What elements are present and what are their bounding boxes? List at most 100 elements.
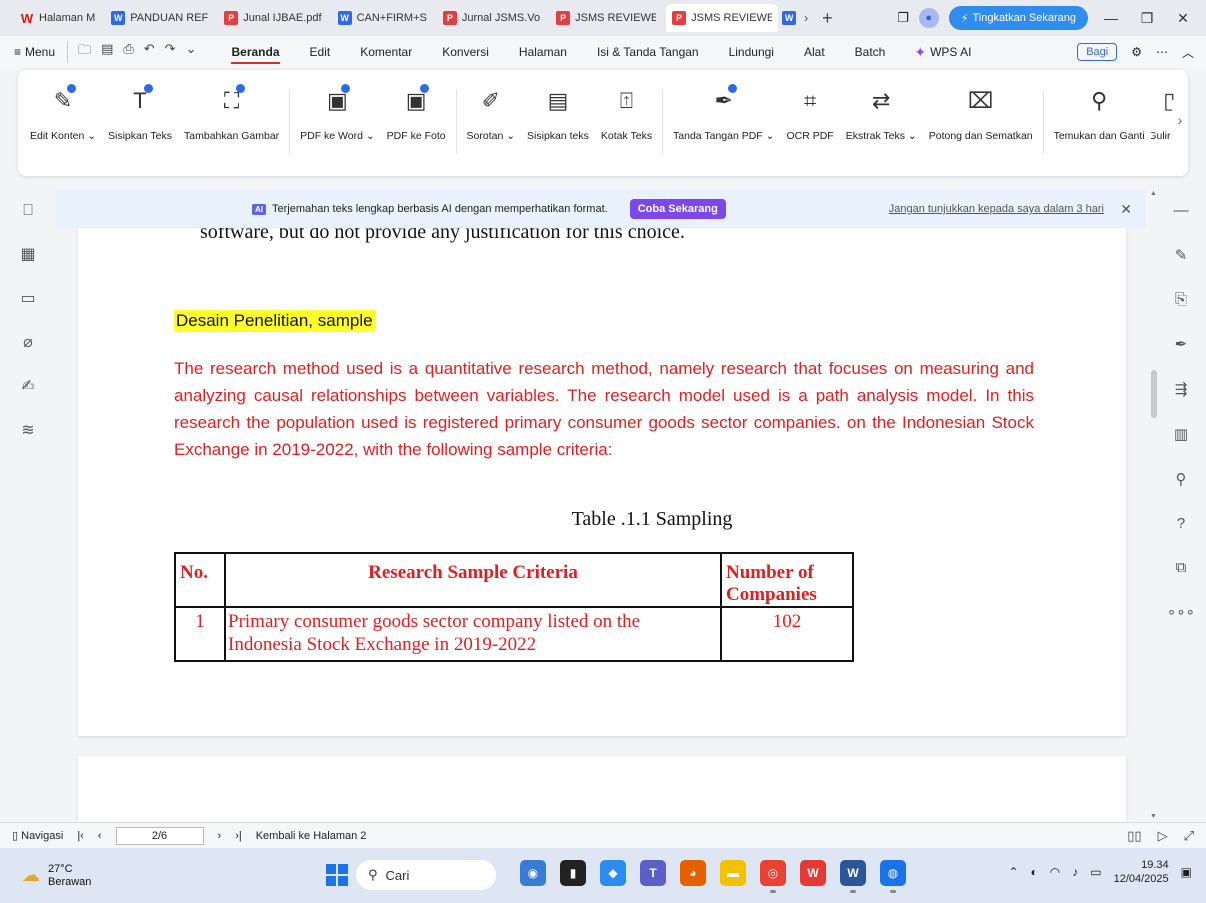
sign-panel-icon[interactable]: ✒	[1175, 335, 1188, 353]
thumbnails-icon[interactable]: ▦	[20, 244, 35, 264]
insert-textbox-button[interactable]: ▤ Sisipkan teks	[521, 84, 595, 142]
word-app-icon[interactable]: W	[840, 860, 866, 893]
signature-panel-icon[interactable]: ✍	[21, 376, 34, 396]
tab-lindungi[interactable]: Lindungi	[729, 36, 774, 68]
chrome-app-icon[interactable]: ◎	[760, 860, 786, 893]
tab-beranda[interactable]: Beranda	[231, 36, 280, 68]
windows-start-icon[interactable]	[326, 864, 348, 886]
network-app-icon[interactable]: ◐	[1031, 865, 1038, 879]
pdf-to-photo-button[interactable]: ▣ PDF ke Foto	[381, 84, 452, 142]
compare-icon[interactable]: ⇶	[1175, 380, 1188, 398]
fullscreen-icon[interactable]: ⤢	[1184, 828, 1194, 844]
tab-6[interactable]: P JSMS REVIEWE	[666, 4, 779, 32]
tab-5[interactable]: P JSMS REVIEWE	[550, 4, 662, 32]
tab-edit[interactable]: Edit	[310, 36, 331, 68]
last-page-icon[interactable]: ›|	[235, 830, 242, 842]
add-image-button[interactable]: ⛶ Tambahkan Gambar	[178, 84, 285, 142]
clock[interactable]: 19.34 12/04/2025	[1114, 858, 1169, 886]
widgets-app-icon[interactable]: ◉	[520, 860, 546, 886]
task-view-icon[interactable]: ▮	[560, 860, 586, 886]
chevron-right-icon[interactable]: ›	[804, 11, 808, 25]
file-explorer-icon[interactable]: ▬	[720, 860, 746, 886]
read-mode-icon[interactable]: ⧉	[1176, 559, 1187, 576]
chevron-up-icon[interactable]: ⌃	[1008, 865, 1018, 879]
first-page-icon[interactable]: |‹	[77, 830, 84, 842]
book-view-icon[interactable]: ▯▯	[1127, 828, 1141, 844]
teams-app-icon[interactable]: T	[640, 860, 666, 886]
weather-widget[interactable]: ☁ 27°C Berawan	[22, 863, 91, 889]
copilot-app-icon[interactable]: ◆	[600, 860, 626, 886]
edit-content-button[interactable]: ✎ Edit Konten ⌄	[24, 84, 102, 142]
print-icon[interactable]: ⎙	[123, 41, 133, 63]
menu-button[interactable]: ≡ Menu	[14, 45, 55, 59]
search-icon[interactable]: ⚲	[1176, 470, 1187, 488]
close-icon[interactable]: ✕	[1170, 10, 1196, 27]
find-replace-button[interactable]: ⚲ Temukan dan Ganti	[1048, 84, 1151, 142]
tab-4[interactable]: P Jurnal JSMS.Vo	[437, 4, 546, 32]
attachment-icon[interactable]: ⌀	[23, 332, 33, 352]
tab-2[interactable]: P Junal IJBAE.pdf	[218, 4, 327, 32]
notification-icon[interactable]: ▣	[1181, 865, 1192, 879]
share-button[interactable]: Bagi	[1077, 43, 1118, 61]
tab-konversi[interactable]: Konversi	[442, 36, 489, 68]
prev-page-icon[interactable]: ‹	[98, 830, 102, 842]
dismiss-3-days-link[interactable]: Jangan tunjukkan kepada saya dalam 3 har…	[889, 203, 1104, 215]
wps-office-app-icon[interactable]: W	[800, 860, 826, 886]
layers-icon[interactable]: ≋	[21, 420, 34, 440]
tab-3[interactable]: W CAN+FIRM+S	[332, 4, 433, 32]
undo-icon[interactable]: ↶	[144, 41, 155, 63]
avatar[interactable]: ●	[918, 8, 939, 28]
bookmark-icon[interactable]: ⎕	[23, 202, 33, 220]
pdf-to-word-button[interactable]: ▣ PDF ke Word ⌄	[294, 84, 381, 142]
tab-alat[interactable]: Alat	[804, 36, 825, 68]
extract-text-button[interactable]: ⇄ Ekstrak Teks ⌄	[840, 84, 923, 142]
volume-icon[interactable]: ♪	[1072, 865, 1078, 879]
restore-icon[interactable]: ❐	[1134, 10, 1160, 27]
pdf-signature-button[interactable]: ✒ Tanda Tangan PDF ⌄	[667, 84, 780, 142]
ribbon-scroll-right-icon[interactable]: ›	[1172, 100, 1188, 140]
wps-ai-button[interactable]: ✦ WPS AI	[914, 44, 971, 61]
close-icon[interactable]: ✕	[1120, 201, 1132, 218]
tab-1[interactable]: W PANDUAN REF	[105, 4, 214, 32]
tab-isi-tanda-tangan[interactable]: Isi & Tanda Tangan	[597, 36, 699, 68]
collapse-panel-icon[interactable]: —	[1174, 202, 1189, 219]
window-tile-icon[interactable]: ❐	[897, 10, 909, 26]
wifi-icon[interactable]: ◠	[1050, 865, 1060, 879]
insert-text-button[interactable]: T Sisipkan Teks	[102, 84, 178, 142]
highlight-button[interactable]: ✐ Sorotan ⌄	[461, 84, 522, 142]
next-page-icon[interactable]: ›	[218, 830, 222, 842]
tab-0[interactable]: W Halaman M	[14, 4, 101, 32]
back-to-page-link[interactable]: Kembali ke Halaman 2	[256, 830, 367, 842]
open-folder-icon[interactable]: 🗀	[78, 41, 91, 63]
tab-halaman[interactable]: Halaman	[519, 36, 567, 68]
more-icon[interactable]: ⋯	[1156, 45, 1168, 59]
play-icon[interactable]: ▷	[1158, 828, 1168, 844]
chevron-down-icon[interactable]: ⌄	[186, 41, 197, 63]
save-icon[interactable]: ▤	[101, 41, 113, 63]
crop-pin-button[interactable]: ⌧ Potong dan Sematkan	[923, 84, 1039, 142]
help-icon[interactable]: ?	[1177, 515, 1185, 532]
upgrade-button[interactable]: ⚡ Tingkatkan Sekarang	[948, 6, 1088, 30]
ocr-pdf-button[interactable]: ⌗ OCR PDF	[780, 84, 839, 142]
edit-panel-icon[interactable]: ✎	[1175, 246, 1188, 264]
firefox-app-icon[interactable]: ◕	[680, 860, 706, 886]
try-now-button[interactable]: Coba Sekarang	[629, 199, 726, 219]
minimize-icon[interactable]: —	[1098, 10, 1124, 26]
export-icon[interactable]: ⎘	[1175, 291, 1187, 308]
page-number-input[interactable]: 2/6	[115, 826, 204, 845]
new-tab-plus-icon[interactable]: +	[822, 8, 833, 29]
comment-icon[interactable]: ▭	[20, 288, 35, 308]
chrome-profile-app-icon[interactable]: ◍	[880, 860, 906, 893]
battery-icon[interactable]: ▭	[1090, 865, 1101, 879]
more-tabs-word-icon[interactable]: W	[782, 11, 797, 25]
navigation-button[interactable]: ▯ Navigasi	[12, 829, 63, 842]
form-icon[interactable]: ▥	[1174, 425, 1188, 443]
settings-icon[interactable]: ⚙	[1131, 45, 1142, 59]
taskbar-search-input[interactable]: ⚲ Cari	[356, 860, 496, 890]
tab-komentar[interactable]: Komentar	[360, 36, 412, 68]
collapse-ribbon-icon[interactable]: ︿	[1182, 44, 1194, 61]
tab-batch[interactable]: Batch	[855, 36, 886, 68]
redo-icon[interactable]: ↷	[165, 41, 176, 63]
text-box-button[interactable]: ⍐ Kotak Teks	[595, 84, 658, 142]
more-tools-icon[interactable]: ∘∘∘	[1167, 603, 1195, 621]
